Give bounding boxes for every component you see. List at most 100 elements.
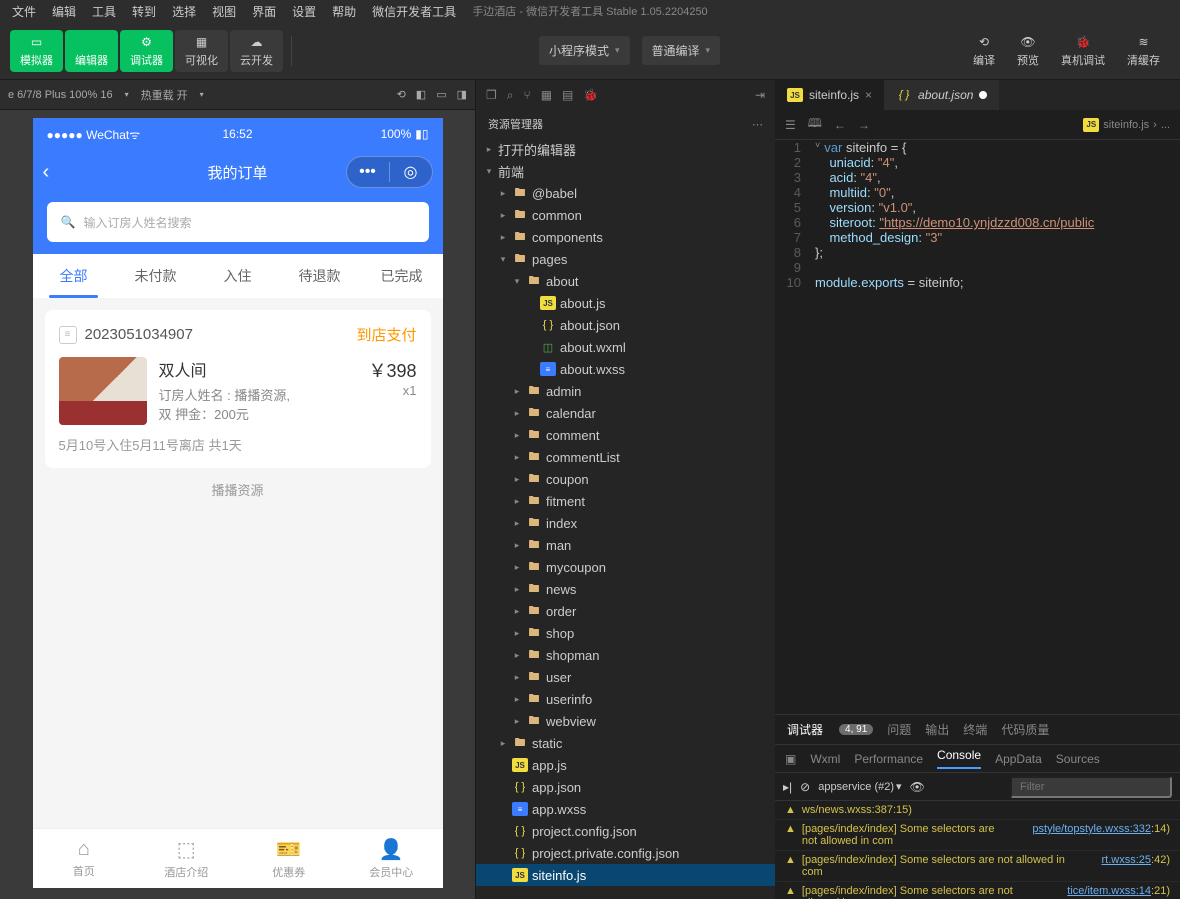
menu-item[interactable]: 工具 (84, 5, 124, 19)
editor-tab[interactable]: { }about.json (884, 80, 999, 110)
menu-item[interactable]: 设置 (284, 5, 324, 19)
debug-tab[interactable]: 代码质量 (1001, 721, 1049, 738)
order-tab[interactable]: 入住 (197, 254, 279, 298)
capsule[interactable]: ••• ◎ (346, 156, 433, 188)
tree-item[interactable]: { }about.json (476, 314, 775, 336)
tree-item[interactable]: 🖿userinfo (476, 688, 775, 710)
tree-item[interactable]: 🖿mycoupon (476, 556, 775, 578)
toolbar-action[interactable]: 🐞真机调试 (1051, 30, 1115, 72)
order-tab[interactable]: 未付款 (115, 254, 197, 298)
tree-item[interactable]: 🖿shopman (476, 644, 775, 666)
toggle-icon[interactable]: ▸| (783, 780, 792, 794)
toolbar-button[interactable]: ▦可视化 (175, 30, 228, 72)
eye-icon[interactable]: 👁 (910, 780, 925, 794)
refresh-icon[interactable]: ⟲ (397, 88, 406, 101)
tree-item[interactable]: 🖿index (476, 512, 775, 534)
bottom-tab[interactable]: ⬚酒店介绍 (135, 829, 238, 888)
toolbar-action[interactable]: ≋清缓存 (1117, 30, 1170, 72)
order-card[interactable]: ≡ 2023051034907 到店支付 双人间 订房人姓名 : 播播资源, 双… (45, 310, 431, 468)
tree-item[interactable]: 🖿comment (476, 424, 775, 446)
tree-item[interactable]: { }project.private.config.json (476, 842, 775, 864)
ext2-icon[interactable]: ▤ (562, 88, 573, 102)
editor-tab[interactable]: JSsiteinfo.js× (775, 80, 884, 110)
tree-item[interactable]: ≡app.wxss (476, 798, 775, 820)
mode-dropdown[interactable]: 小程序模式 (539, 36, 630, 65)
debug-subtab[interactable]: Console (937, 748, 981, 769)
debug-subtab[interactable]: AppData (995, 752, 1042, 766)
compile-dropdown[interactable]: 普通编译 (642, 36, 721, 65)
tree-item[interactable]: JSsiteinfo.js (476, 864, 775, 886)
list-icon[interactable]: ☰ (785, 118, 796, 132)
git-icon[interactable]: ⑂ (524, 88, 531, 102)
tree-item[interactable]: JSabout.js (476, 292, 775, 314)
collapse-icon[interactable]: ⇥ (755, 88, 765, 102)
toolbar-button[interactable]: ▭模拟器 (10, 30, 63, 72)
tree-item[interactable]: 🖿shop (476, 622, 775, 644)
close-icon[interactable]: ◎ (390, 157, 432, 187)
tree-item[interactable]: 🖿fitment (476, 490, 775, 512)
tree-item[interactable]: { }project.config.json (476, 820, 775, 842)
tree-item[interactable]: 🖿webview (476, 710, 775, 732)
tree-item[interactable]: 🖿user (476, 666, 775, 688)
bug-icon[interactable]: 🐞 (583, 88, 598, 102)
tree-section-open-editors[interactable]: 打开的编辑器 (476, 138, 775, 160)
menu-item[interactable]: 帮助 (324, 5, 364, 19)
bottom-tab[interactable]: 👤会员中心 (340, 829, 443, 888)
code-editor[interactable]: 1˅var siteinfo = {2 uniacid: "4",3 acid:… (775, 140, 1180, 714)
nav-back-icon[interactable]: ← (834, 118, 846, 132)
menu-icon[interactable]: ••• (347, 157, 389, 187)
tree-item[interactable]: 🖿pages (476, 248, 775, 270)
tree-item[interactable]: 🖿common (476, 204, 775, 226)
debug-subtab[interactable]: Sources (1056, 752, 1100, 766)
dock-icon[interactable]: ▣ (785, 752, 796, 766)
debug-tab[interactable]: 问题 (887, 721, 911, 738)
tree-item[interactable]: ◫about.wxml (476, 336, 775, 358)
files-icon[interactable]: ❐ (486, 88, 497, 102)
order-tab[interactable]: 已完成 (361, 254, 443, 298)
bookmark-icon[interactable]: 🕮 (808, 114, 822, 135)
ext-icon[interactable]: ▦ (541, 88, 552, 102)
tree-item[interactable]: ≡about.wxss (476, 358, 775, 380)
toolbar-action[interactable]: 👁预览 (1007, 30, 1049, 72)
phone-icon[interactable]: ▭ (436, 88, 446, 101)
toolbar-button[interactable]: ⚙调试器 (120, 30, 173, 72)
order-tab[interactable]: 待退款 (279, 254, 361, 298)
debug-subtab[interactable]: Performance (854, 752, 923, 766)
tree-item[interactable]: 🖿man (476, 534, 775, 556)
device-select[interactable]: e 6/7/8 Plus 100% 16 (8, 89, 113, 101)
menu-item[interactable]: 选择 (164, 5, 204, 19)
menu-item[interactable]: 界面 (244, 5, 284, 19)
tree-item[interactable]: 🖿static (476, 732, 775, 754)
rotate-icon[interactable]: ◧ (416, 88, 426, 101)
debug-tab[interactable]: 输出 (925, 721, 949, 738)
breadcrumb[interactable]: JSsiteinfo.js › ... (1083, 118, 1170, 132)
tree-item[interactable]: 🖿@babel (476, 182, 775, 204)
debug-tab[interactable]: 调试器 (787, 721, 823, 738)
menu-item[interactable]: 转到 (124, 5, 164, 19)
nav-fwd-icon[interactable]: → (858, 118, 870, 132)
tree-item[interactable]: { }app.json (476, 776, 775, 798)
sound-icon[interactable]: ◨ (457, 88, 467, 101)
hot-reload[interactable]: 热重载 开 (141, 87, 188, 103)
tree-item[interactable]: 🖿calendar (476, 402, 775, 424)
debug-subtab[interactable]: Wxml (810, 752, 840, 766)
bottom-tab[interactable]: ⌂首页 (33, 829, 136, 888)
menu-item[interactable]: 视图 (204, 5, 244, 19)
tree-section-root[interactable]: 前端 (476, 160, 775, 182)
menu-item[interactable]: 微信开发者工具 (364, 5, 464, 19)
tree-item[interactable]: 🖿components (476, 226, 775, 248)
search-input[interactable]: 🔍 输入订房人姓名搜索 (47, 202, 429, 242)
more-icon[interactable]: ⋯ (752, 118, 763, 131)
tree-item[interactable]: 🖿admin (476, 380, 775, 402)
menu-item[interactable]: 编辑 (44, 5, 84, 19)
toolbar-button[interactable]: 编辑器 (65, 30, 118, 72)
filter-input[interactable] (1010, 776, 1172, 798)
menu-item[interactable]: 文件 (4, 5, 44, 19)
debug-tab[interactable]: 终端 (963, 721, 987, 738)
clear-icon[interactable]: ⊘ (800, 780, 810, 794)
search-icon[interactable]: ⌕ (507, 88, 514, 103)
tree-item[interactable]: 🖿commentList (476, 446, 775, 468)
close-icon[interactable]: × (865, 88, 872, 102)
tree-item[interactable]: JSapp.js (476, 754, 775, 776)
order-tab[interactable]: 全部 (33, 254, 115, 298)
